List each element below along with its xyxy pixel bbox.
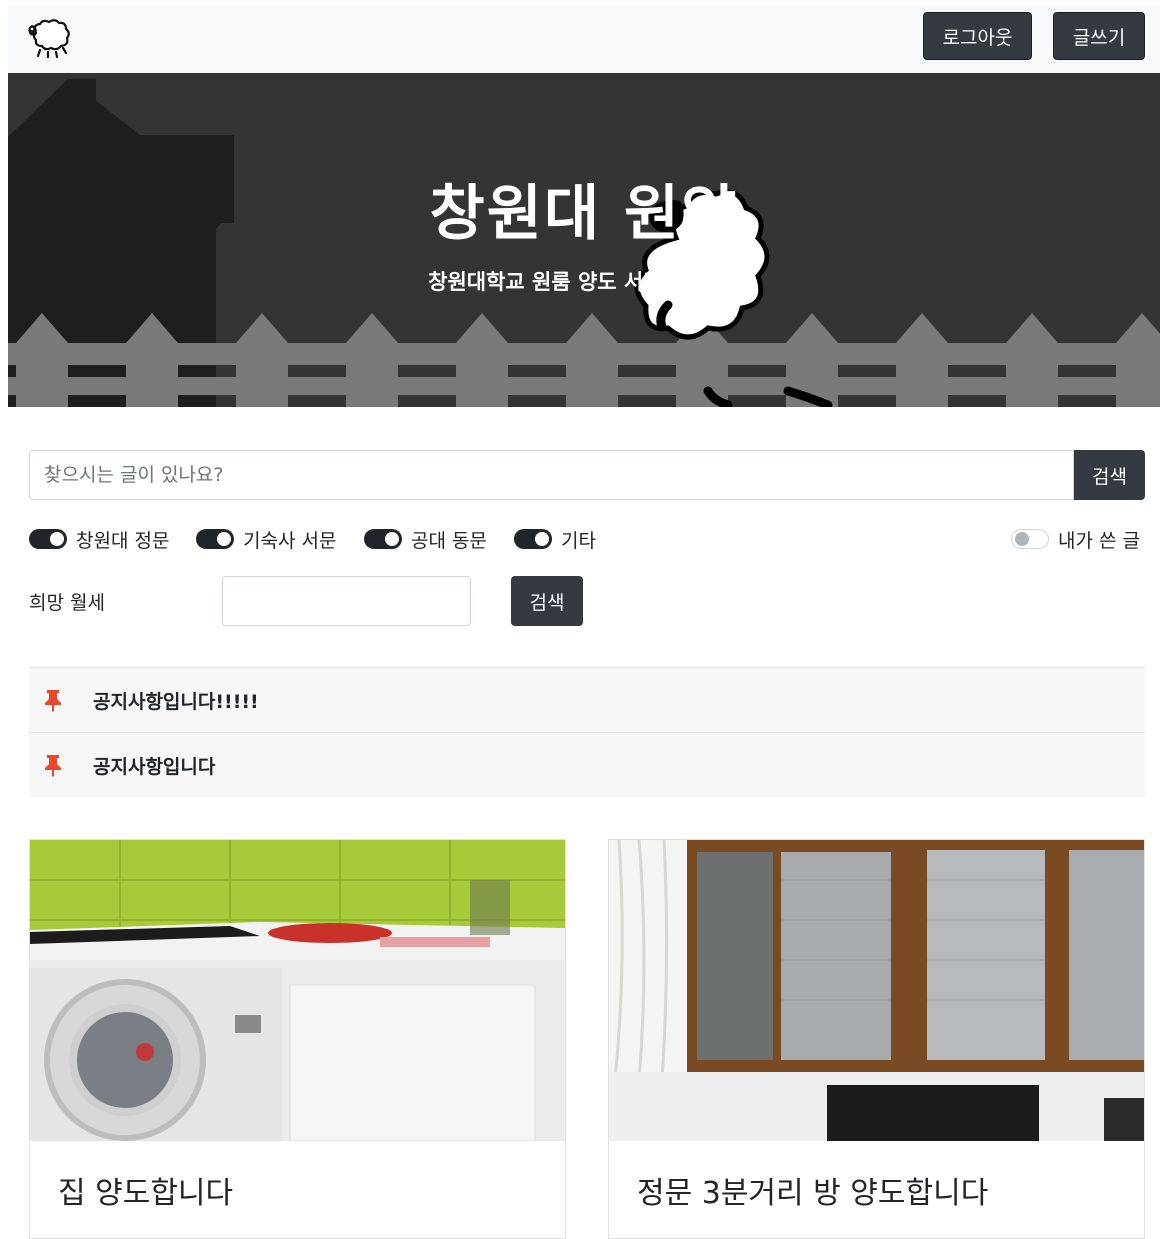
desired-rent-input[interactable]: [222, 576, 471, 626]
notice-list: 공지사항입니다!!!!! 공지사항입니다: [29, 667, 1145, 797]
notice-item[interactable]: 공지사항입니다: [29, 732, 1145, 797]
notice-title: 공지사항입니다: [93, 755, 216, 778]
filter-toggle-dorm-west-gate[interactable]: 기숙사 서문: [196, 524, 336, 554]
sheep-icon[interactable]: [26, 19, 72, 59]
notice-item[interactable]: 공지사항입니다!!!!!: [29, 667, 1145, 732]
navbar: 로그아웃 글쓰기: [8, 5, 1160, 73]
filter-toggle-my-posts[interactable]: 내가 쓴 글: [1011, 524, 1140, 554]
post-title[interactable]: 정문 3분거리 방 양도합니다: [637, 1168, 988, 1212]
filter-toggle-main-gate[interactable]: 창원대 정문: [29, 524, 169, 554]
filter-toggle-engineering-east-gate[interactable]: 공대 동문: [364, 524, 487, 554]
hero-subtitle: 창원대학교 원룸 양도 서비스입니다: [428, 270, 740, 294]
notice-title: 공지사항입니다!!!!!: [93, 690, 259, 713]
filter-label: 기숙사 서문: [243, 529, 337, 552]
toggle-switch[interactable]: [514, 529, 552, 549]
location-filters: 창원대 정문 기숙사 서문 공대 동문 기타 내가 쓴 글: [29, 524, 1145, 554]
filter-toggle-other[interactable]: 기타: [514, 524, 596, 554]
search-button[interactable]: 검색: [1074, 450, 1145, 500]
post-photo-kitchen[interactable]: [30, 840, 565, 1141]
filter-label: 내가 쓴 글: [1058, 529, 1140, 552]
hero-title: 창원대 원양: [429, 179, 739, 249]
filter-label: 창원대 정문: [76, 529, 170, 552]
filter-label: 공대 동문: [411, 529, 487, 552]
search-input[interactable]: [29, 450, 1074, 500]
pin-icon: [45, 690, 61, 712]
toggle-switch[interactable]: [364, 529, 402, 549]
hero-banner: 창원대 원양 창원대학교 원룸 양도 서비스입니다: [8, 73, 1160, 407]
post-card[interactable]: 정문 3분거리 방 양도합니다: [608, 839, 1145, 1239]
post-photo-window[interactable]: [609, 840, 1144, 1141]
toggle-switch[interactable]: [29, 529, 67, 549]
page: 로그아웃 글쓰기 창원대 원양 창원대학교 원룸 양도 서비스입니다 찾으시는 …: [8, 0, 1160, 1239]
desired-rent-label: 희망 월세: [29, 592, 105, 614]
post-title[interactable]: 집 양도합니다: [58, 1168, 233, 1212]
toggle-switch[interactable]: [1011, 529, 1049, 549]
rent-search-button[interactable]: 검색: [511, 576, 583, 626]
pin-icon: [45, 755, 61, 777]
post-card[interactable]: 집 양도합니다: [29, 839, 566, 1239]
write-post-button[interactable]: 글쓰기: [1053, 12, 1145, 60]
logout-button[interactable]: 로그아웃: [923, 12, 1032, 60]
toggle-switch[interactable]: [196, 529, 234, 549]
filter-label: 기타: [561, 529, 596, 552]
